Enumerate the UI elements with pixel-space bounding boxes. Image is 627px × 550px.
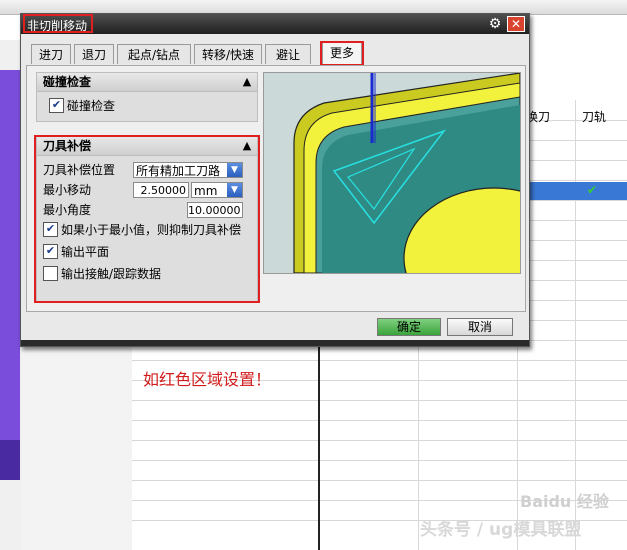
annotation-note: 如红色区域设置！ xyxy=(143,370,272,389)
tab-transfer-rapid[interactable]: 转移/快速 xyxy=(194,44,262,64)
tab-engage[interactable]: 进刀 xyxy=(31,44,71,64)
gear-icon[interactable]: ⚙ xyxy=(487,16,503,32)
side-panel xyxy=(22,345,133,550)
dialog-titlebar[interactable]: 非切削移动 ⚙ ✕ xyxy=(21,14,529,34)
column-divider xyxy=(318,345,320,550)
title-highlight xyxy=(23,14,93,33)
checkbox-checked-icon[interactable]: ✔ xyxy=(49,98,64,113)
tab-start-drill[interactable]: 起点/钻点 xyxy=(117,44,191,64)
tab-retract[interactable]: 退刀 xyxy=(74,44,114,64)
tab-avoidance[interactable]: 避让 xyxy=(265,44,311,64)
collision-check-group: 碰撞检查 ▲ ✔ 碰撞检查 xyxy=(36,72,258,122)
close-icon[interactable]: ✕ xyxy=(507,16,525,32)
collision-group-header[interactable]: 碰撞检查 ▲ xyxy=(37,73,257,92)
check-icon: ✔ xyxy=(587,183,598,197)
watermark-author: 头条号 / ug模具联盟 xyxy=(420,520,582,540)
tool-comp-highlight xyxy=(34,135,260,303)
collision-check-checkbox[interactable]: ✔ 碰撞检查 xyxy=(49,97,115,115)
ok-button[interactable]: 确定 xyxy=(377,318,441,336)
graphics-viewport-shade xyxy=(0,440,20,480)
dialog-bottom-edge xyxy=(21,340,529,346)
preview-image xyxy=(263,72,521,274)
non-cutting-moves-dialog: 非切削移动 ⚙ ✕ 进刀 退刀 起点/钻点 转移/快速 避让 更多 碰撞检查 ▲… xyxy=(20,13,530,347)
collapse-icon[interactable]: ▲ xyxy=(239,74,255,89)
tab-highlight xyxy=(320,41,364,66)
column-header-path: 刀轨 xyxy=(582,110,607,124)
graphics-viewport[interactable] xyxy=(0,70,20,480)
collision-header-label: 碰撞检查 xyxy=(43,75,92,89)
collision-check-label: 碰撞检查 xyxy=(67,99,116,113)
watermark-baidu: Baidu 经验 xyxy=(520,492,609,511)
tab-content: 碰撞检查 ▲ ✔ 碰撞检查 刀具补偿 ▲ 刀具补偿位置 所有精加工刀路 ▼ 最小移… xyxy=(26,65,526,312)
part-preview-graphic xyxy=(264,73,520,273)
cancel-button[interactable]: 取消 xyxy=(447,318,513,336)
